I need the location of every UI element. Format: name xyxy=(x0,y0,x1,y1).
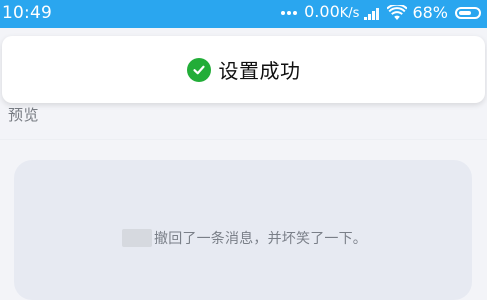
status-time: 10:49 xyxy=(2,3,52,23)
battery-icon xyxy=(455,7,481,19)
more-dots-icon xyxy=(281,10,298,16)
network-speed-unit: K/s xyxy=(339,6,360,21)
section-divider xyxy=(0,139,487,140)
status-indicators: 0.00K/s 68% xyxy=(281,2,481,24)
network-speed: 0.00K/s xyxy=(304,2,359,24)
blurred-username xyxy=(122,229,152,247)
network-speed-value: 0.00 xyxy=(304,2,340,21)
preview-label: 预览 xyxy=(8,106,40,124)
battery-percent: 68% xyxy=(412,3,448,22)
check-circle-icon xyxy=(186,57,211,82)
signal-icon xyxy=(364,6,382,20)
recall-notice: 撤回了一条消息，并坏笑了一下。 xyxy=(122,228,367,248)
toast-message: 设置成功 xyxy=(218,59,301,83)
wifi-icon xyxy=(387,5,408,20)
status-bar: 10:49 0.00K/s 68% xyxy=(0,0,487,28)
success-toast: 设置成功 xyxy=(2,36,485,103)
recall-message: 撤回了一条消息，并坏笑了一下。 xyxy=(154,231,367,247)
preview-card: 撤回了一条消息，并坏笑了一下。 xyxy=(14,160,472,300)
